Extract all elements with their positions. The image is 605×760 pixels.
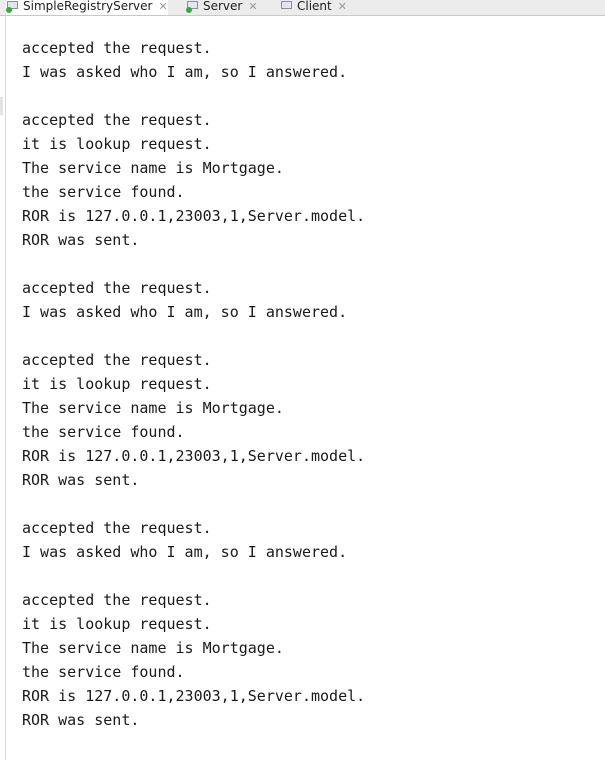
output-tab-bar: SimpleRegistryServer ✕ Server ✕ Client ✕: [0, 0, 605, 16]
console-line: The service name is Mortgage.: [22, 399, 284, 417]
console-line: ROR is 127.0.0.1,23003,1,Server.model.: [22, 447, 366, 465]
console-line: accepted the request.: [22, 591, 212, 609]
tab-client[interactable]: Client ✕: [280, 0, 347, 15]
tab-server[interactable]: Server ✕: [186, 0, 258, 15]
console-run-icon: [186, 0, 199, 13]
tab-label: Server: [203, 0, 243, 13]
console-line: the service found.: [22, 663, 185, 681]
console-line: the service found.: [22, 423, 185, 441]
close-icon[interactable]: ✕: [338, 0, 347, 13]
output-console[interactable]: accepted the request. I was asked who I a…: [22, 36, 592, 732]
console-line: accepted the request.: [22, 279, 212, 297]
console-icon: [280, 0, 293, 13]
gutter-marker: [0, 97, 3, 115]
console-line: I was asked who I am, so I answered.: [22, 543, 348, 561]
console-line: The service name is Mortgage.: [22, 159, 284, 177]
console-line: I was asked who I am, so I answered.: [22, 63, 348, 81]
tab-label: Client: [297, 0, 332, 13]
ide-window: SimpleRegistryServer ✕ Server ✕ Client ✕…: [0, 0, 605, 760]
console-line: ROR is 127.0.0.1,23003,1,Server.model.: [22, 687, 366, 705]
console-line: accepted the request.: [22, 39, 212, 57]
console-line: it is lookup request.: [22, 615, 212, 633]
console-run-icon: [6, 0, 19, 13]
console-line: I was asked who I am, so I answered.: [22, 303, 348, 321]
console-line: ROR was sent.: [22, 471, 140, 489]
tab-label: SimpleRegistryServer: [23, 0, 153, 13]
console-line: the service found.: [22, 183, 185, 201]
gutter-divider: [5, 16, 6, 760]
console-line: ROR was sent.: [22, 711, 140, 729]
console-line: it is lookup request.: [22, 375, 212, 393]
console-line: accepted the request.: [22, 351, 212, 369]
console-line: The service name is Mortgage.: [22, 639, 284, 657]
console-line: ROR is 127.0.0.1,23003,1,Server.model.: [22, 207, 366, 225]
close-icon[interactable]: ✕: [248, 0, 257, 13]
console-line: accepted the request.: [22, 519, 212, 537]
close-icon[interactable]: ✕: [158, 0, 167, 13]
tab-simple-registry-server[interactable]: SimpleRegistryServer ✕: [6, 0, 168, 15]
console-line: ROR was sent.: [22, 231, 140, 249]
console-line: it is lookup request.: [22, 135, 212, 153]
console-line: accepted the request.: [22, 111, 212, 129]
